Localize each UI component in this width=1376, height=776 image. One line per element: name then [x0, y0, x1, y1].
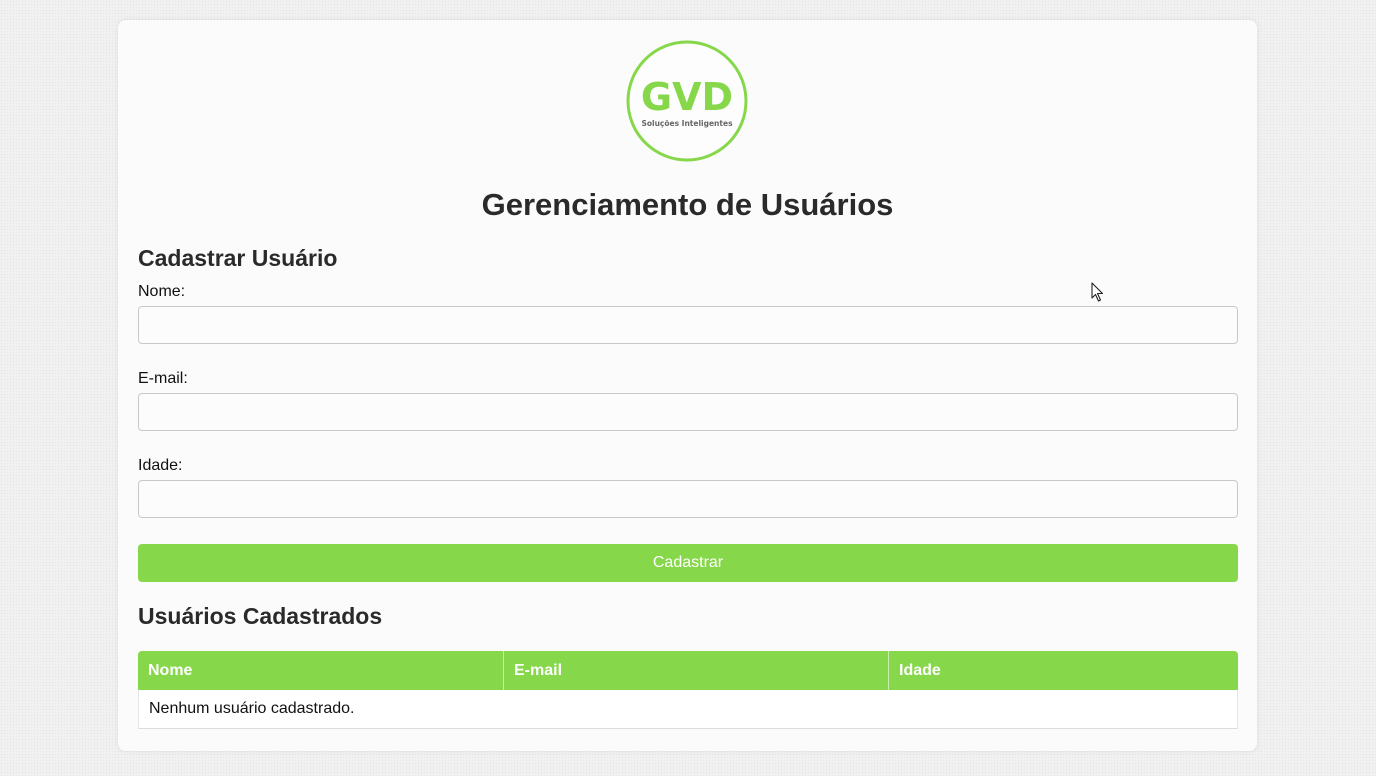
- gvd-logo: GVD Soluções Inteligentes: [626, 40, 748, 162]
- email-input[interactable]: [138, 393, 1238, 431]
- register-button[interactable]: Cadastrar: [138, 544, 1238, 582]
- users-table: Nome E-mail Idade Nenhum usuário cadastr…: [138, 651, 1238, 729]
- page-title: Gerenciamento de Usuários: [481, 187, 894, 222]
- email-label: E-mail:: [138, 370, 188, 387]
- table-row: Nenhum usuário cadastrado.: [138, 690, 1238, 729]
- name-label: Nome:: [138, 283, 186, 300]
- logo-tagline: Soluções Inteligentes: [641, 119, 733, 128]
- age-input[interactable]: [138, 480, 1238, 518]
- table-header-row: Nome E-mail Idade: [138, 651, 1238, 690]
- age-label: Idade:: [138, 457, 183, 474]
- name-input[interactable]: [138, 306, 1238, 344]
- empty-table-message: Nenhum usuário cadastrado.: [138, 690, 1238, 729]
- mouse-pointer-icon: [1091, 282, 1104, 302]
- column-header-age: Idade: [889, 651, 1238, 690]
- column-header-email: E-mail: [504, 651, 889, 690]
- logo-brand: GVD: [641, 75, 733, 119]
- column-header-name: Nome: [138, 651, 504, 690]
- main-card: GVD Soluções Inteligentes Gerenciamento …: [118, 20, 1257, 751]
- register-section-title: Cadastrar Usuário: [138, 245, 338, 271]
- users-section-title: Usuários Cadastrados: [138, 603, 383, 629]
